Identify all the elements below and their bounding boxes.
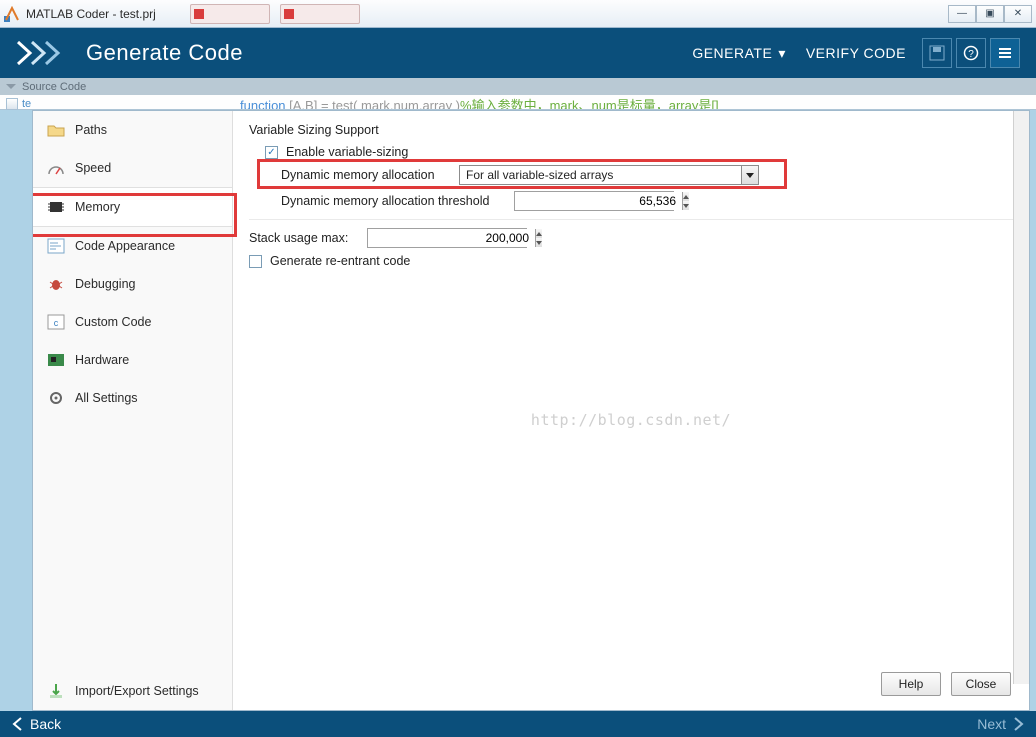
spinner-up-icon[interactable]: [536, 229, 542, 238]
threshold-input[interactable]: [515, 192, 682, 210]
variable-sizing-group-header: Variable Sizing Support: [249, 123, 1013, 137]
svg-text:?: ?: [968, 49, 974, 60]
generate-button[interactable]: GENERATE ▾: [684, 39, 794, 68]
chevron-down-icon: [742, 166, 758, 184]
divider: [249, 219, 1013, 220]
threshold-spinner[interactable]: [514, 191, 674, 211]
save-icon[interactable]: [922, 38, 952, 68]
settings-dialog: Paths Speed Memory Code Appearance Debug…: [32, 110, 1030, 711]
generate-reentrant-checkbox[interactable]: [249, 255, 262, 268]
main-toolbar: Generate Code GENERATE ▾ VERIFY CODE ?: [0, 28, 1036, 78]
stack-usage-label: Stack usage max:: [249, 231, 359, 245]
close-button[interactable]: Close: [951, 672, 1011, 696]
spinner-up-icon[interactable]: [683, 192, 689, 201]
threshold-label: Dynamic memory allocation threshold: [281, 194, 506, 208]
sidebar-item-code-appearance[interactable]: Code Appearance: [33, 227, 232, 265]
folder-icon: [47, 121, 65, 139]
speedometer-icon: [47, 159, 65, 177]
code-peek: function [A,B] = test( mark,num,array )%…: [0, 95, 1036, 110]
sidebar-item-label: Paths: [75, 123, 107, 137]
dynamic-memory-allocation-label: Dynamic memory allocation: [281, 168, 451, 182]
settings-content: Variable Sizing Support ✓ Enable variabl…: [233, 111, 1029, 710]
source-code-label: Source Code: [22, 81, 86, 93]
dropdown-caret-icon: ▾: [778, 45, 786, 62]
collapse-triangle-icon: [6, 84, 16, 89]
help-button[interactable]: Help: [881, 672, 941, 696]
maximize-button[interactable]: ▣: [976, 5, 1004, 23]
back-label: Back: [30, 716, 61, 732]
chevron-left-icon: [12, 717, 24, 731]
code-appearance-icon: [47, 237, 65, 255]
back-button[interactable]: Back: [12, 716, 61, 732]
custom-code-icon: c: [47, 313, 65, 331]
help-icon[interactable]: ?: [956, 38, 986, 68]
window-titlebar: MATLAB Coder - test.prj — ▣ ✕: [0, 0, 1036, 28]
memory-chip-icon: [47, 198, 65, 216]
sidebar-item-label: Memory: [75, 200, 120, 214]
stack-usage-spinner[interactable]: [367, 228, 527, 248]
source-code-strip[interactable]: Source Code: [0, 78, 1036, 95]
page-heading: Generate Code: [86, 40, 243, 66]
stack-usage-input[interactable]: [368, 229, 535, 247]
file-tab-peek: te: [6, 98, 31, 110]
gear-icon: [47, 389, 65, 407]
sidebar-item-speed[interactable]: Speed: [33, 149, 232, 187]
window-title: MATLAB Coder - test.prj: [24, 7, 156, 21]
sidebar-item-memory[interactable]: Memory: [33, 187, 232, 227]
app-icon: [4, 6, 20, 22]
generate-reentrant-label: Generate re-entrant code: [270, 254, 410, 268]
hardware-board-icon: [47, 351, 65, 369]
sidebar-item-label: Hardware: [75, 353, 129, 367]
background-tab: [190, 4, 270, 24]
settings-panel-icon[interactable]: [990, 38, 1020, 68]
sidebar-item-all-settings[interactable]: All Settings: [33, 379, 232, 417]
bug-icon: [47, 275, 65, 293]
sidebar-item-paths[interactable]: Paths: [33, 111, 232, 149]
background-tab: [280, 4, 360, 24]
file-icon: [6, 98, 18, 110]
minimize-button[interactable]: —: [948, 5, 976, 23]
sidebar-item-label: Import/Export Settings: [75, 684, 199, 698]
sidebar-item-label: All Settings: [75, 391, 138, 405]
next-label: Next: [977, 716, 1006, 732]
sidebar-item-label: Speed: [75, 161, 111, 175]
settings-sidebar: Paths Speed Memory Code Appearance Debug…: [33, 111, 233, 710]
spinner-down-icon[interactable]: [683, 201, 689, 210]
chevron-right-icon: [1012, 717, 1024, 731]
enable-variable-sizing-checkbox[interactable]: ✓: [265, 146, 278, 159]
spinner-down-icon[interactable]: [536, 238, 542, 247]
dropdown-value: For all variable-sized arrays: [460, 166, 742, 184]
sidebar-item-hardware[interactable]: Hardware: [33, 341, 232, 379]
sidebar-item-debugging[interactable]: Debugging: [33, 265, 232, 303]
sidebar-item-label: Code Appearance: [75, 239, 175, 253]
watermark: http://blog.csdn.net/: [233, 411, 1029, 429]
import-export-settings[interactable]: Import/Export Settings: [33, 672, 232, 710]
verify-code-button[interactable]: VERIFY CODE: [794, 39, 918, 67]
footer-bar: Back Next: [0, 711, 1036, 737]
import-export-icon: [47, 682, 65, 700]
sidebar-item-custom-code[interactable]: c Custom Code: [33, 303, 232, 341]
enable-variable-sizing-label: Enable variable-sizing: [286, 145, 408, 159]
generate-label: GENERATE: [692, 45, 772, 61]
vertical-scrollbar[interactable]: [1013, 111, 1029, 684]
sidebar-item-label: Custom Code: [75, 315, 151, 329]
dynamic-memory-allocation-dropdown[interactable]: For all variable-sized arrays: [459, 165, 759, 185]
close-window-button[interactable]: ✕: [1004, 5, 1032, 23]
svg-text:c: c: [54, 318, 59, 328]
sidebar-item-label: Debugging: [75, 277, 135, 291]
logo-arrows-icon: [16, 40, 68, 66]
next-button[interactable]: Next: [977, 716, 1024, 732]
